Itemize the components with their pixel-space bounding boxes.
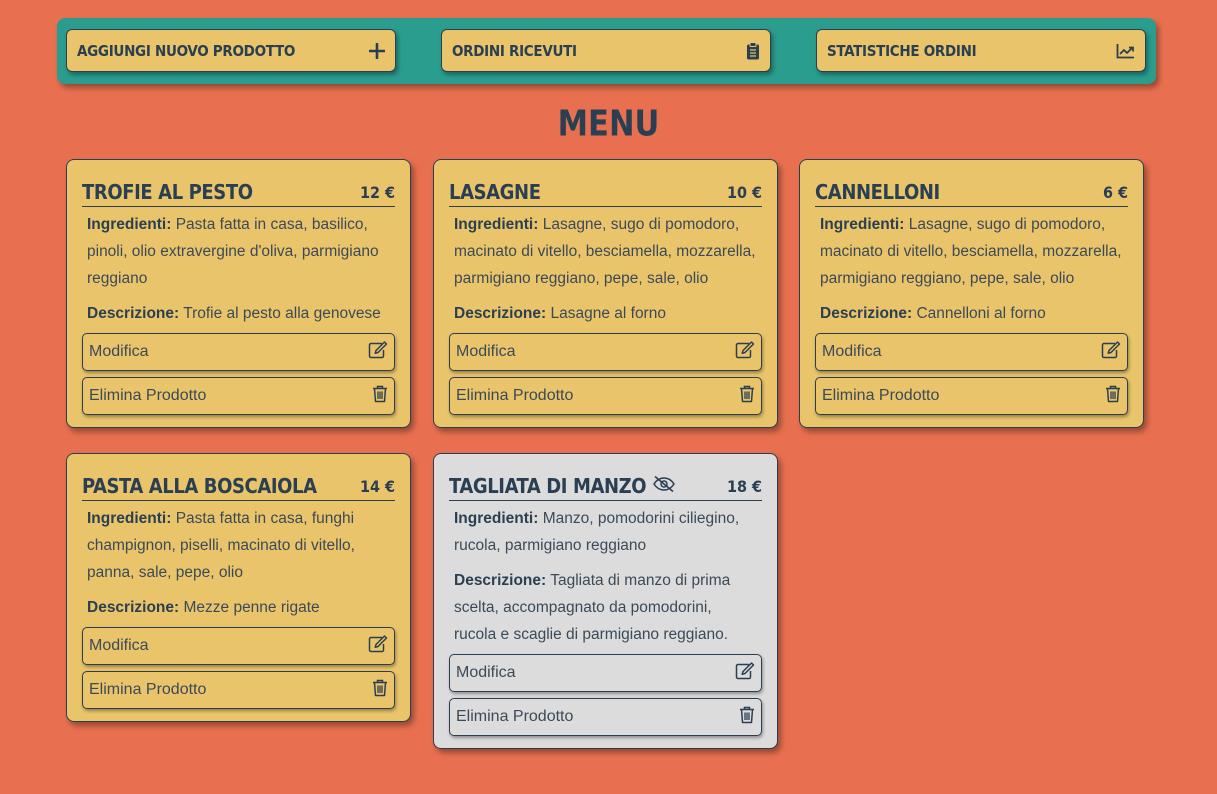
description-field: Descrizione: Cannelloni al forno (815, 300, 1128, 327)
card-header: TROFIE AL PESTO 12 € (82, 174, 395, 207)
card-header: PASTA ALLA BOSCAIOLA 14 € (82, 468, 395, 501)
chart-line-icon (1116, 43, 1135, 59)
delete-product-button[interactable]: Elimina Prodotto (82, 377, 395, 415)
description-label: Descrizione: (454, 572, 547, 589)
ingredients-label: Ingredienti: (820, 216, 905, 233)
product-price: 14 € (359, 477, 395, 496)
add-product-label: AGGIUNGI NUOVO PRODOTTO (77, 41, 296, 60)
ingredients-label: Ingredienti: (87, 510, 172, 527)
order-statistics-button[interactable]: STATISTICHE ORDINI (816, 29, 1146, 72)
description-value: Trofie al pesto alla genovese (183, 305, 381, 322)
ingredients-field: Ingredienti: Pasta fatta in casa, basili… (82, 211, 395, 292)
add-product-button[interactable]: AGGIUNGI NUOVO PRODOTTO (66, 29, 396, 72)
delete-product-button[interactable]: Elimina Prodotto (449, 698, 762, 736)
product-name-text: LASAGNE (449, 180, 541, 204)
edit-label: Modifica (456, 343, 516, 360)
ingredients-label: Ingredienti: (87, 216, 172, 233)
description-field: Descrizione: Trofie al pesto alla genove… (82, 300, 395, 327)
description-label: Descrizione: (87, 305, 180, 322)
description-field: Descrizione: Lasagne al forno (449, 300, 762, 327)
edit-label: Modifica (456, 664, 516, 681)
page-title: MENU (557, 103, 660, 145)
trash-icon (1105, 385, 1121, 408)
trash-icon (372, 679, 388, 702)
card-header: TAGLIATA DI MANZO 18 € (449, 468, 762, 501)
edit-product-button[interactable]: Modifica (815, 333, 1128, 371)
ingredients-field: Ingredienti: Pasta fatta in casa, funghi… (82, 505, 395, 586)
edit-icon (1101, 340, 1121, 364)
product-price: 6 € (1102, 183, 1128, 202)
product-card: TROFIE AL PESTO 12 € Ingredienti: Pasta fa… (66, 159, 411, 428)
ingredients-field: Ingredienti: Manzo, pomodorini ciliegino… (449, 505, 762, 559)
product-name-text: TROFIE AL PESTO (82, 180, 253, 204)
delete-label: Elimina Prodotto (822, 387, 940, 404)
edit-label: Modifica (822, 343, 882, 360)
product-card: LASAGNE 10 € Ingredienti: Lasagne, sugo di… (433, 159, 778, 428)
card-header: CANNELLONI 6 € (815, 174, 1128, 207)
description-field: Descrizione: Tagliata di manzo di prima … (449, 567, 762, 648)
product-name: LASAGNE (449, 180, 541, 204)
description-value: Cannelloni al forno (916, 305, 1046, 322)
ingredients-field: Ingredienti: Lasagne, sugo di pomodoro, … (815, 211, 1128, 292)
trash-icon (739, 706, 755, 729)
top-toolbar: AGGIUNGI NUOVO PRODOTTO ORDINI RICEVUTI … (57, 18, 1156, 84)
clipboard-icon (746, 41, 760, 60)
description-label: Descrizione: (454, 305, 547, 322)
product-card: CANNELLONI 6 € Ingredienti: Lasagne, sugo … (799, 159, 1144, 428)
delete-label: Elimina Prodotto (89, 387, 207, 404)
product-name-text: CANNELLONI (815, 180, 940, 204)
delete-product-button[interactable]: Elimina Prodotto (449, 377, 762, 415)
product-card: TAGLIATA DI MANZO 18 € Ingredienti: Manzo,… (433, 453, 778, 749)
product-card: PASTA ALLA BOSCAIOLA 14 € Ingredienti: Pas… (66, 453, 411, 722)
delete-label: Elimina Prodotto (89, 681, 207, 698)
delete-product-button[interactable]: Elimina Prodotto (82, 671, 395, 709)
eye-slash-icon (652, 474, 676, 498)
product-name: PASTA ALLA BOSCAIOLA (82, 474, 317, 498)
edit-product-button[interactable]: Modifica (449, 654, 762, 692)
ingredients-label: Ingredienti: (454, 216, 539, 233)
ingredients-label: Ingredienti: (454, 510, 539, 527)
edit-icon (368, 634, 388, 658)
description-label: Descrizione: (87, 599, 180, 616)
product-name: TAGLIATA DI MANZO (449, 474, 676, 498)
edit-icon (735, 340, 755, 364)
description-value: Lasagne al forno (550, 305, 666, 322)
card-header: LASAGNE 10 € (449, 174, 762, 207)
edit-label: Modifica (89, 343, 149, 360)
orders-received-button[interactable]: ORDINI RICEVUTI (441, 29, 771, 72)
delete-label: Elimina Prodotto (456, 387, 574, 404)
edit-product-button[interactable]: Modifica (449, 333, 762, 371)
description-value: Mezze penne rigate (183, 599, 320, 616)
product-name-text: TAGLIATA DI MANZO (449, 474, 647, 498)
trash-icon (372, 385, 388, 408)
edit-product-button[interactable]: Modifica (82, 627, 395, 665)
product-price: 18 € (726, 477, 762, 496)
product-price: 10 € (726, 183, 762, 202)
delete-label: Elimina Prodotto (456, 708, 574, 725)
edit-icon (735, 661, 755, 685)
product-price: 12 € (359, 183, 395, 202)
plus-icon (369, 42, 385, 59)
description-label: Descrizione: (820, 305, 913, 322)
edit-icon (368, 340, 388, 364)
edit-label: Modifica (89, 637, 149, 654)
product-name-text: PASTA ALLA BOSCAIOLA (82, 474, 317, 498)
description-field: Descrizione: Mezze penne rigate (82, 594, 395, 621)
product-name: CANNELLONI (815, 180, 940, 204)
product-name: TROFIE AL PESTO (82, 180, 253, 204)
delete-product-button[interactable]: Elimina Prodotto (815, 377, 1128, 415)
order-statistics-label: STATISTICHE ORDINI (827, 41, 977, 60)
orders-received-label: ORDINI RICEVUTI (452, 41, 577, 60)
trash-icon (739, 385, 755, 408)
ingredients-field: Ingredienti: Lasagne, sugo di pomodoro, … (449, 211, 762, 292)
edit-product-button[interactable]: Modifica (82, 333, 395, 371)
